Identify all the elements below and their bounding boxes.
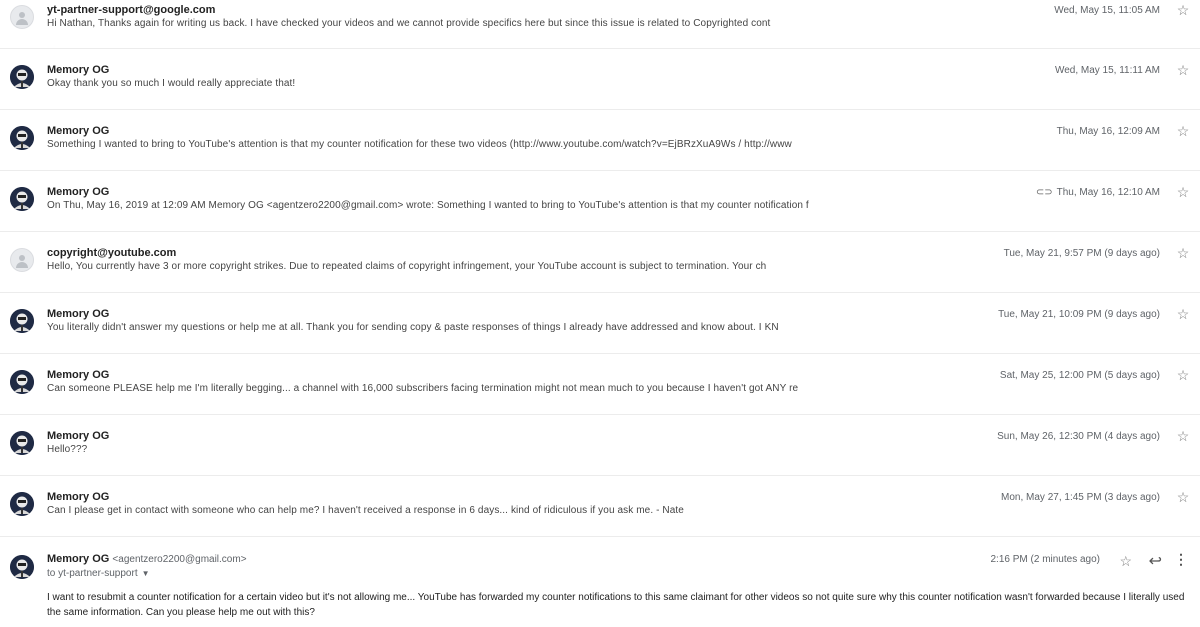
message-snippet: Hello??? [47, 444, 88, 455]
sender-avatar [10, 126, 34, 150]
message-date: Mon, May 27, 1:45 PM (3 days ago) [1001, 492, 1160, 503]
reply-icon[interactable]: ↩ [1149, 551, 1162, 571]
more-vertical-icon[interactable]: ⋮ [1174, 551, 1188, 568]
star-icon[interactable]: ☆ [1176, 429, 1190, 443]
message-snippet: Hello, You currently have 3 or more copy… [47, 261, 767, 272]
sender-avatar [10, 370, 34, 394]
default-avatar-icon [10, 248, 34, 272]
message-body: I want to resubmit a counter notificatio… [47, 592, 1185, 618]
collapsed-message-row[interactable]: Memory OG On Thu, May 16, 2019 at 12:09 A… [0, 171, 1200, 232]
message-date-text: Tue, May 21, 9:57 PM (9 days ago) [1003, 248, 1160, 259]
collapsed-message-row[interactable]: Memory OG Can I please get in contact wit… [0, 476, 1200, 537]
collapsed-message-row[interactable]: yt-partner-support@google.com Hi Nathan, … [0, 0, 1200, 49]
message-date-text: Thu, May 16, 12:09 AM [1056, 126, 1160, 137]
collapsed-message-row[interactable]: copyright@youtube.com Hello, You currentl… [0, 232, 1200, 293]
message-date: Wed, May 15, 11:11 AM [1055, 65, 1160, 76]
message-date: Wed, May 15, 11:05 AM [1054, 5, 1160, 16]
sender-name: Memory OG [47, 125, 110, 137]
star-icon[interactable]: ☆ [1176, 185, 1190, 199]
collapsed-message-row[interactable]: Memory OG Something I wanted to bring to … [0, 110, 1200, 171]
recipient-line[interactable]: to yt-partner-support ▼ [47, 568, 150, 579]
message-date: ⊂⊃ Thu, May 16, 12:10 AM [1036, 187, 1160, 198]
email-thread: yt-partner-support@google.com Hi Nathan, … [0, 0, 1200, 627]
chevron-down-icon[interactable]: ▼ [142, 569, 150, 578]
sender-name: Memory OG [47, 553, 110, 565]
message-date: Thu, May 16, 12:09 AM [1057, 126, 1160, 137]
expanded-sender: Memory OG <agentzero2200@gmail.com> [47, 553, 247, 565]
message-snippet: Can someone PLEASE help me I'm literally… [47, 383, 799, 394]
star-icon[interactable]: ☆ [1176, 3, 1190, 17]
sender-avatar [10, 65, 34, 89]
star-icon[interactable]: ☆ [1176, 124, 1190, 138]
collapsed-message-row[interactable]: Memory OG Okay thank you so much I would … [0, 49, 1200, 110]
sender-name: Memory OG [47, 369, 110, 381]
star-icon[interactable]: ☆ [1176, 368, 1190, 382]
sender-email: <agentzero2200@gmail.com> [112, 554, 247, 565]
message-snippet: Hi Nathan, Thanks again for writing us b… [47, 18, 771, 29]
sender-name: Memory OG [47, 186, 110, 198]
message-date-text: Thu, May 16, 12:10 AM [1056, 187, 1160, 198]
default-avatar-icon [10, 5, 34, 29]
sender-avatar [10, 555, 34, 579]
message-snippet: Something I wanted to bring to YouTube's… [47, 139, 792, 150]
sender-avatar [10, 492, 34, 516]
message-snippet: Okay thank you so much I would really ap… [47, 78, 296, 89]
star-icon[interactable]: ☆ [1119, 553, 1132, 570]
message-date: 2:16 PM (2 minutes ago) [990, 554, 1101, 565]
expanded-message: Memory OG <agentzero2200@gmail.com> to y… [0, 537, 1200, 627]
message-snippet: You literally didn't answer my questions… [47, 322, 779, 333]
message-snippet: Can I please get in contact with someone… [47, 505, 684, 516]
message-date: Tue, May 21, 10:09 PM (9 days ago) [998, 309, 1160, 320]
message-date-text: Wed, May 15, 11:05 AM [1054, 5, 1160, 16]
sender-name: Memory OG [47, 64, 110, 76]
sender-name: Memory OG [47, 308, 110, 320]
message-snippet: On Thu, May 16, 2019 at 12:09 AM Memory … [47, 200, 809, 211]
message-date-text: Sat, May 25, 12:00 PM (5 days ago) [999, 370, 1160, 381]
message-date-text: Wed, May 15, 11:11 AM [1054, 65, 1160, 76]
sender-avatar [10, 309, 34, 333]
sender-avatar [10, 187, 34, 211]
recipient-text: to yt-partner-support [47, 568, 138, 579]
message-date: Sat, May 25, 12:00 PM (5 days ago) [1000, 370, 1160, 381]
collapsed-message-row[interactable]: Memory OG You literally didn't answer my … [0, 293, 1200, 354]
sender-name: Memory OG [47, 491, 110, 503]
sender-name: yt-partner-support@google.com [47, 4, 216, 16]
message-date: Tue, May 21, 9:57 PM (9 days ago) [1004, 248, 1160, 259]
sender-name: Memory OG [47, 430, 110, 442]
star-icon[interactable]: ☆ [1176, 246, 1190, 260]
message-date: Sun, May 26, 12:30 PM (4 days ago) [997, 431, 1160, 442]
star-icon[interactable]: ☆ [1176, 63, 1190, 77]
star-icon[interactable]: ☆ [1176, 307, 1190, 321]
message-date-text: Tue, May 21, 10:09 PM (9 days ago) [998, 309, 1160, 320]
paperclip-icon: ⊂⊃ [1035, 187, 1053, 198]
message-date-text: Mon, May 27, 1:45 PM (3 days ago) [1001, 492, 1160, 503]
sender-avatar [10, 431, 34, 455]
collapsed-message-row[interactable]: Memory OG Hello??? Sun, May 26, 12:30 PM (… [0, 415, 1200, 476]
sender-name: copyright@youtube.com [47, 247, 177, 259]
star-icon[interactable]: ☆ [1176, 490, 1190, 504]
collapsed-message-row[interactable]: Memory OG Can someone PLEASE help me I'm … [0, 354, 1200, 415]
message-date-text: Sun, May 26, 12:30 PM (4 days ago) [997, 431, 1160, 442]
